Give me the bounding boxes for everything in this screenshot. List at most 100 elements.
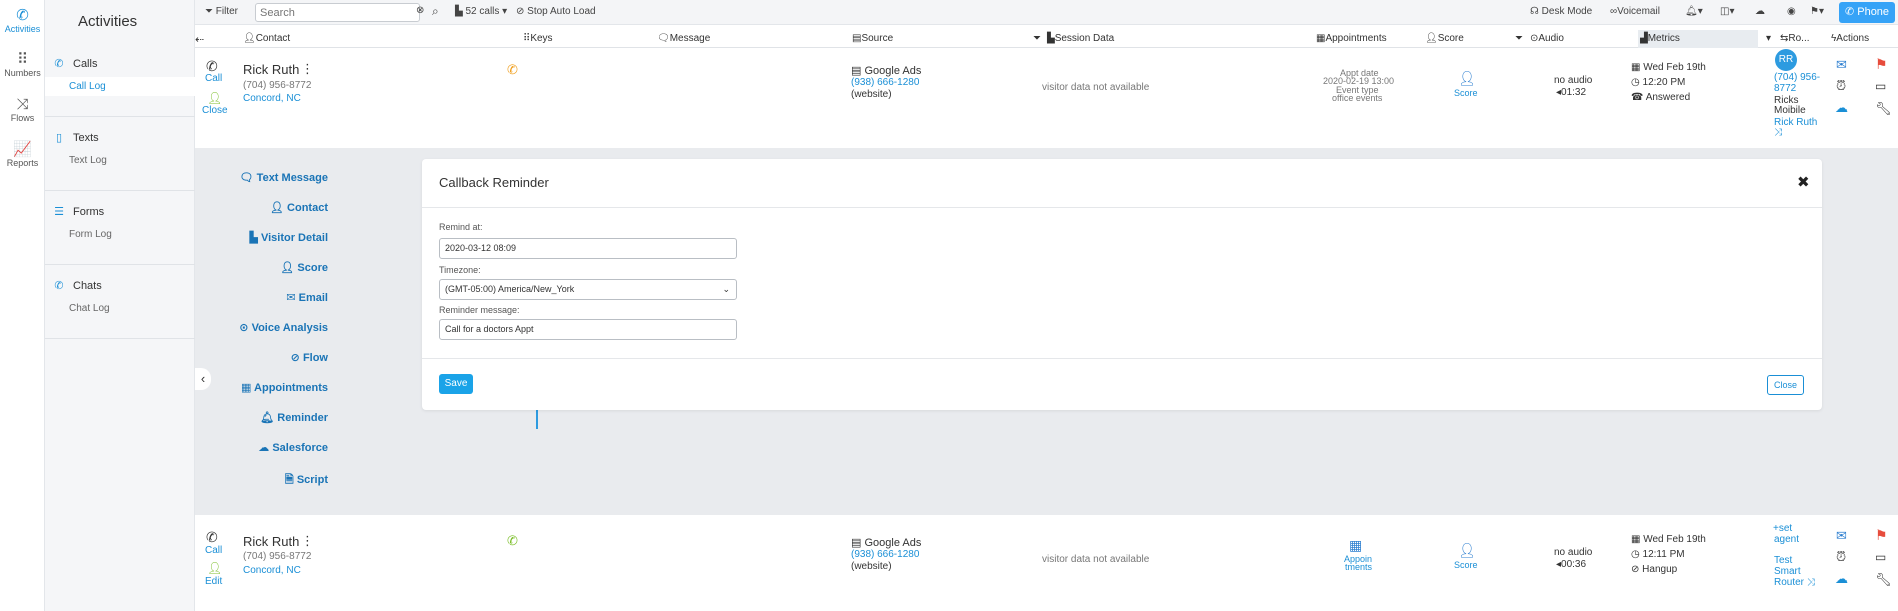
table-row[interactable]: ✆ Call 👤︎ Edit Rick Ruth ⋮ (704) 956-877… (195, 517, 1898, 611)
clear-search-icon[interactable]: ⊗ (416, 5, 424, 16)
contact-name[interactable]: Rick Ruth (243, 534, 299, 549)
rail-reports[interactable]: 📈 Reports (0, 142, 45, 169)
salesforce-cloud-icon[interactable]: ☁ (1835, 100, 1848, 116)
flag-dropdown[interactable]: ⚑▾ (1810, 6, 1824, 17)
col-routing[interactable]: ⇆Ro... (1780, 33, 1810, 44)
wrench-icon[interactable]: 🔧︎ (1875, 101, 1892, 117)
nav-chats[interactable]: ✆ Chats (54, 279, 101, 293)
router-line1[interactable]: Test (1774, 555, 1792, 566)
rail-activities[interactable]: ✆ Activities (0, 8, 45, 35)
nav-text-log[interactable]: Text Log (45, 151, 195, 170)
col-contact[interactable]: 👤︎Contact (243, 33, 290, 44)
nav-calls[interactable]: ✆ Calls (54, 57, 97, 71)
nav-call-log[interactable]: Call Log (45, 77, 195, 96)
set-agent-line2[interactable]: agent (1774, 534, 1799, 545)
filter-button[interactable]: ⏷ Filter (205, 6, 238, 17)
contact-name[interactable]: Rick Ruth (243, 62, 299, 77)
menu-appointments[interactable]: ▦ Appointments (241, 381, 328, 394)
salesforce-cloud-icon[interactable]: ☁ (1835, 571, 1848, 587)
desk-mode-button[interactable]: ☊ Desk Mode (1530, 6, 1592, 17)
appointments-link-line2[interactable]: tments (1345, 562, 1372, 572)
menu-flow[interactable]: ⊘ Flow (291, 351, 328, 364)
cloud-icon[interactable]: ☁ (1755, 6, 1765, 17)
menu-reminder[interactable]: 🔔︎ Reminder (260, 411, 328, 424)
email-icon[interactable]: ✉ (1836, 57, 1847, 73)
call-icon[interactable]: ✆ (206, 529, 218, 546)
credit-card-icon[interactable]: ▭ (1875, 550, 1886, 564)
alarm-clock-icon[interactable]: ⏰︎ (1836, 549, 1846, 565)
col-score-filter[interactable]: ⏷ (1515, 33, 1523, 44)
router-line2[interactable]: Smart (1774, 566, 1801, 577)
close-icon[interactable]: ✖ (1797, 173, 1810, 191)
route-phone-line2[interactable]: 8772 (1774, 83, 1796, 94)
credit-card-icon[interactable]: ▭ (1875, 79, 1886, 93)
score-person-icon[interactable]: 👤︎ (1458, 70, 1476, 87)
col-score[interactable]: 👤︎Score (1425, 33, 1464, 44)
table-row[interactable]: ✆ Call 👤︎ Close Rick Ruth ⋮ (704) 956-87… (195, 49, 1898, 146)
score-link[interactable]: Score (1454, 88, 1478, 98)
col-session-data[interactable]: ▙Session Data (1047, 33, 1114, 44)
nav-texts[interactable]: ▯ Texts (54, 131, 99, 145)
call-link[interactable]: Call (205, 73, 222, 84)
close-button[interactable]: Close (1767, 375, 1804, 395)
calendar-icon[interactable]: ▦ (1349, 537, 1362, 554)
email-icon[interactable]: ✉ (1836, 528, 1847, 544)
alarm-clock-icon[interactable]: ⏰︎ (1836, 78, 1846, 94)
source-number[interactable]: (938) 666-1280 (851, 549, 919, 560)
record-icon[interactable]: ◉ (1787, 6, 1796, 17)
flag-icon[interactable]: ⚑ (1875, 56, 1888, 73)
score-person-icon[interactable]: 👤︎ (1458, 542, 1476, 559)
col-source-filter[interactable]: ⏷ (1033, 33, 1041, 44)
route-phone-line1[interactable]: (704) 956- (1774, 72, 1820, 83)
edit-link[interactable]: Edit (205, 576, 222, 587)
more-vertical-icon[interactable]: ⋮ (301, 533, 314, 549)
col-message[interactable]: 🗨︎Message (657, 33, 710, 44)
nav-forms[interactable]: ☰ Forms (54, 205, 104, 219)
back-arrow-icon[interactable]: ⇠ (195, 33, 204, 46)
search-input[interactable] (255, 3, 420, 22)
close-link[interactable]: Close (202, 105, 228, 116)
layout-dropdown[interactable]: ◫▾ (1720, 6, 1734, 17)
notifications-dropdown[interactable]: 🔔︎▾ (1685, 6, 1703, 17)
col-audio[interactable]: ⊙Audio (1530, 33, 1564, 44)
save-button[interactable]: Save (439, 374, 473, 394)
menu-voice-analysis[interactable]: ⊙ Voice Analysis (239, 321, 328, 334)
stop-auto-load-button[interactable]: ⊘ Stop Auto Load (516, 6, 596, 17)
wrench-icon[interactable]: 🔧︎ (1875, 572, 1892, 588)
avatar[interactable]: RR (1775, 49, 1797, 71)
nav-chat-log[interactable]: Chat Log (45, 299, 195, 318)
reminder-message-input[interactable]: Call for a doctors Appt (439, 319, 737, 340)
flag-icon[interactable]: ⚑ (1875, 527, 1888, 544)
source-number[interactable]: (938) 666-1280 (851, 77, 919, 88)
remind-at-input[interactable]: 2020-03-12 08:09 (439, 238, 737, 259)
more-vertical-icon[interactable]: ⋮ (301, 61, 314, 77)
col-appointments[interactable]: ▦Appointments (1316, 33, 1387, 44)
timezone-select[interactable]: (GMT-05:00) America/New_York ⌄ (439, 279, 737, 300)
col-metrics[interactable]: ▟Metrics (1640, 33, 1680, 44)
menu-email[interactable]: ✉ Email (286, 291, 328, 304)
router-line3[interactable]: Router ⤨ (1774, 577, 1815, 588)
menu-score[interactable]: 👤︎ Score (280, 261, 328, 274)
col-metrics-sort[interactable]: ▾ (1766, 33, 1771, 44)
search-icon[interactable]: ⌕ (432, 4, 439, 19)
menu-visitor-detail[interactable]: ▙ Visitor Detail (249, 231, 328, 244)
contact-location[interactable]: Concord, NC (243, 565, 301, 576)
set-agent-line1[interactable]: +set (1773, 523, 1792, 534)
col-actions[interactable]: ϟActions (1831, 33, 1869, 44)
nav-form-log[interactable]: Form Log (45, 225, 195, 244)
menu-script[interactable]: 🗎︎ Script (285, 471, 328, 490)
voicemail-button[interactable]: ∞Voicemail (1610, 6, 1660, 17)
col-keys[interactable]: ⠿Keys (523, 33, 553, 44)
call-link[interactable]: Call (205, 545, 222, 556)
calls-count-dropdown[interactable]: ▙ 52 calls ▾ (455, 6, 507, 17)
shuffle-icon[interactable]: ⤨ (1774, 127, 1782, 138)
menu-text-message[interactable]: 🗨︎ Text Message (240, 171, 328, 184)
contact-location[interactable]: Concord, NC (243, 93, 301, 104)
menu-contact[interactable]: 👤︎ Contact (270, 201, 328, 214)
rail-numbers[interactable]: ⠿ Numbers (0, 52, 45, 79)
col-source[interactable]: ▤Source (852, 33, 893, 44)
score-link[interactable]: Score (1454, 560, 1478, 570)
rail-flows[interactable]: ⤨ Flows (0, 97, 45, 124)
menu-salesforce[interactable]: ☁ Salesforce (258, 441, 328, 454)
phone-button[interactable]: ✆ Phone (1839, 2, 1895, 23)
